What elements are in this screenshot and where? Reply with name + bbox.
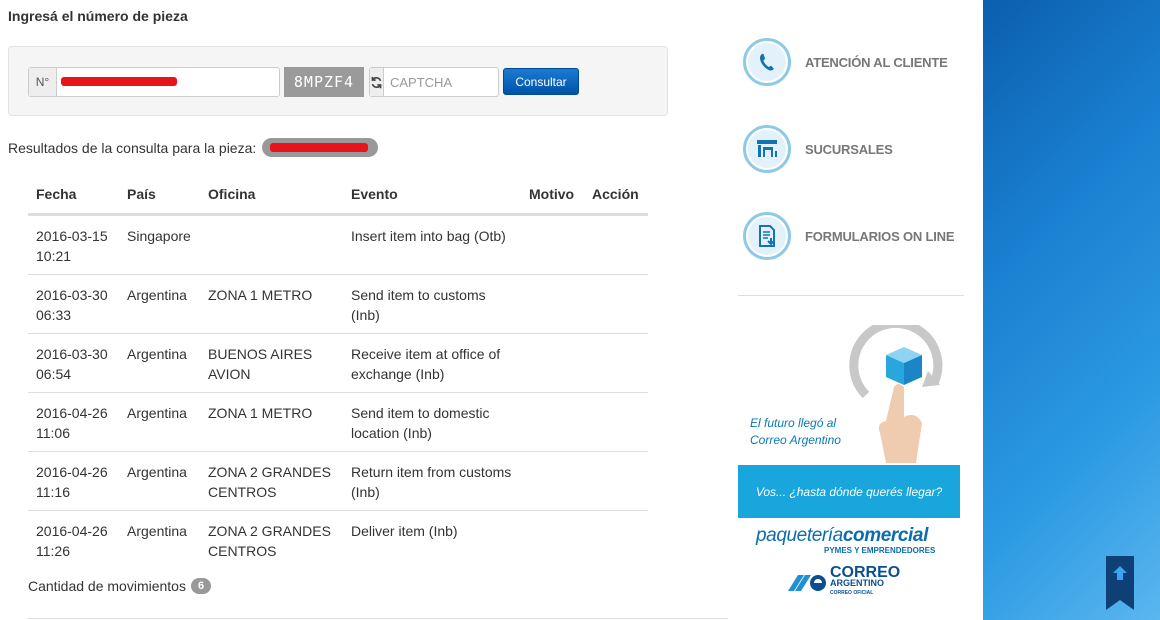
- header-oficina: Oficina: [200, 176, 343, 216]
- refresh-icon: [371, 76, 382, 88]
- redaction-mark: [270, 143, 369, 152]
- background-panel: [983, 0, 1160, 620]
- sidebar-link-formularios[interactable]: FORMULARIOS ON LINE: [743, 212, 955, 260]
- cell-accion: [584, 333, 648, 393]
- cell-fecha: 2016-03-30 06:54: [28, 333, 119, 393]
- sidebar: ATENCIÓN AL CLIENTE SUCURSALES FORMULARI…: [735, 0, 983, 620]
- cell-fecha: 2016-03-15 10:21: [28, 214, 119, 275]
- cell-fecha: 2016-03-30 06:33: [28, 274, 119, 334]
- sidebar-link-label: SUCURSALES: [805, 141, 893, 157]
- number-prefix: N°: [29, 68, 57, 96]
- cell-fecha: 2016-04-26 11:06: [28, 392, 119, 452]
- header-pais: País: [119, 176, 200, 216]
- cell-oficina: ZONA 1 METRO: [200, 392, 343, 452]
- promo-subtitle: PYMES Y EMPRENDEDORES: [824, 546, 936, 555]
- hand-box-illustration: [849, 325, 943, 463]
- promo-band: Vos... ¿hasta dónde querés llegar?: [738, 465, 960, 518]
- cell-pais: Argentina: [119, 451, 200, 511]
- cell-accion: [584, 214, 648, 275]
- cell-evento: Receive item at office of exchange (Inb): [343, 333, 521, 393]
- cell-oficina: ZONA 1 METRO: [200, 274, 343, 334]
- redaction-mark: [61, 77, 177, 86]
- cell-pais: Argentina: [127, 522, 187, 539]
- cell-oficina: ZONA 2 GRANDES CENTROS: [208, 522, 331, 559]
- sidebar-link-atencion[interactable]: ATENCIÓN AL CLIENTE: [743, 38, 948, 86]
- table-row: 2016-04-26 11:06 Argentina ZONA 1 METRO …: [28, 392, 648, 452]
- sidebar-link-label: ATENCIÓN AL CLIENTE: [805, 54, 948, 70]
- header-fecha: Fecha: [28, 176, 119, 216]
- page-title: Ingresá el número de pieza: [8, 8, 188, 24]
- cell-evento: Insert item into bag (Otb): [343, 214, 521, 275]
- divider: [28, 618, 728, 619]
- header-evento: Evento: [343, 176, 521, 216]
- search-form: N° 8MPZF4 Consultar: [8, 46, 668, 116]
- correo-argentino-logo: CORREO ARGENTINO CORREO OFICIAL: [786, 565, 900, 598]
- correo-logo-icon: [788, 575, 826, 591]
- events-table: Fecha País Oficina Evento Motivo Acción …: [28, 176, 648, 569]
- movements-count-badge: 6: [190, 578, 212, 594]
- table-row: 2016-03-30 06:54 Argentina BUENOS AIRES …: [28, 333, 648, 393]
- cell-motivo: [521, 510, 584, 569]
- sidebar-link-label: FORMULARIOS ON LINE: [805, 228, 955, 244]
- movements-count-label: Cantidad de movimientos: [28, 578, 186, 594]
- promo-brand: paqueteríacomercial: [756, 525, 928, 546]
- cell-oficina: BUENOS AIRES AVION: [200, 333, 343, 393]
- promo-banner[interactable]: El futuro llegó al Correo Argentino Vos.…: [738, 325, 960, 605]
- cell-pais: Argentina: [119, 274, 200, 334]
- main-content: Ingresá el número de pieza N° 8MPZF4 Con…: [0, 0, 735, 620]
- scroll-to-top-icon[interactable]: [1106, 556, 1134, 610]
- cell-accion: [584, 451, 648, 511]
- cell-evento: Send item to customs (Inb): [343, 274, 521, 334]
- piece-number-badge: [262, 138, 379, 157]
- cell-pais: Singapore: [119, 214, 200, 275]
- cell-fecha: 2016-04-26 11:26: [36, 522, 108, 559]
- divider: [738, 295, 964, 296]
- table-header-row: Fecha País Oficina Evento Motivo Acción: [28, 176, 648, 216]
- captcha-group: [369, 67, 566, 97]
- table-row: 2016-04-26 11:16 Argentina ZONA 2 GRANDE…: [28, 451, 648, 511]
- phone-icon: [743, 38, 791, 86]
- promo-tagline: El futuro llegó al Correo Argentino: [750, 416, 841, 447]
- cell-evento: Send item to domestic location (Inb): [343, 392, 521, 452]
- cell-fecha: 2016-04-26 11:16: [28, 451, 119, 511]
- sidebar-link-sucursales[interactable]: SUCURSALES: [743, 125, 893, 173]
- piece-number-input[interactable]: [57, 68, 279, 96]
- cell-accion: [584, 274, 648, 334]
- results-label: Resultados de la consulta para la pieza:: [8, 139, 257, 156]
- consultar-button[interactable]: Consultar: [503, 68, 579, 95]
- piece-number-group: N°: [28, 67, 280, 97]
- cell-accion: [584, 510, 648, 569]
- header-accion: Acción: [584, 176, 648, 216]
- cell-motivo: [521, 214, 584, 275]
- cell-motivo: [521, 451, 584, 511]
- results-heading: Resultados de la consulta para la pieza:: [8, 138, 379, 157]
- branch-icon: [743, 125, 791, 173]
- form-icon: [743, 212, 791, 260]
- table-row: 2016-04-26 11:26 Argentina ZONA 2 GRANDE…: [28, 510, 648, 569]
- cell-oficina: ZONA 2 GRANDES CENTROS: [200, 451, 343, 511]
- cell-motivo: [521, 333, 584, 393]
- cell-oficina: [200, 214, 343, 275]
- table-row: 2016-03-15 10:21 Singapore Insert item i…: [28, 214, 648, 275]
- cell-pais: Argentina: [119, 392, 200, 452]
- movements-count: Cantidad de movimientos 6: [28, 578, 212, 594]
- cell-motivo: [521, 392, 584, 452]
- cell-pais: Argentina: [119, 333, 200, 393]
- cell-evento: Return item from customs (Inb): [343, 451, 521, 511]
- header-motivo: Motivo: [521, 176, 584, 216]
- cell-motivo: [521, 274, 584, 334]
- table-row: 2016-03-30 06:33 Argentina ZONA 1 METRO …: [28, 274, 648, 334]
- cell-evento: Deliver item (Inb): [351, 522, 458, 539]
- cell-accion: [584, 392, 648, 452]
- captcha-image: 8MPZF4: [284, 67, 364, 97]
- refresh-captcha-button[interactable]: [370, 68, 384, 96]
